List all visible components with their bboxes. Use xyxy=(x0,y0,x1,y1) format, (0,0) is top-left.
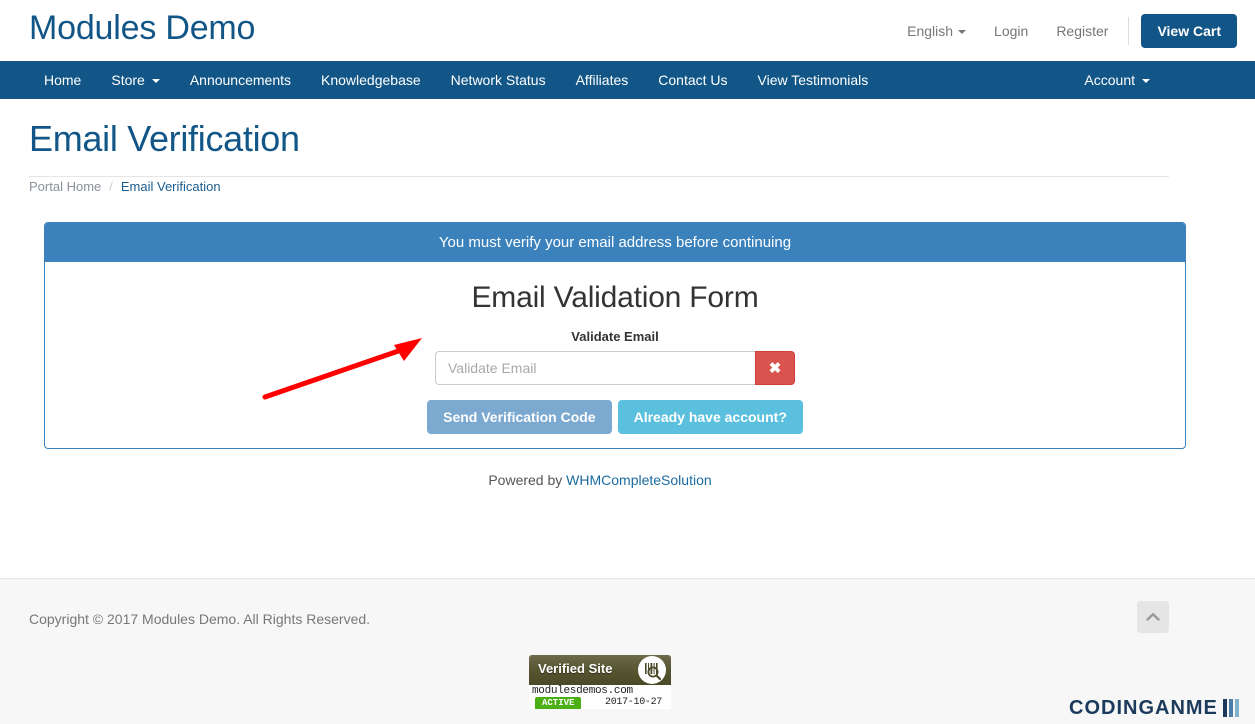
nav-label-account: Account xyxy=(1084,72,1135,88)
chevron-down-icon xyxy=(1142,79,1150,84)
codinganme-watermark: CODINGANME xyxy=(1069,697,1239,719)
navbar-left-items: Home Store Announcements Knowledgebase N… xyxy=(29,61,883,99)
nav-label-contact-us: Contact Us xyxy=(658,72,728,88)
nav-label-network-status: Network Status xyxy=(450,72,546,88)
nav-label-announcements: Announcements xyxy=(189,72,292,88)
header-divider xyxy=(1128,17,1130,45)
nav-item-announcements[interactable]: Announcements xyxy=(175,61,306,99)
nav-item-account[interactable]: Account xyxy=(1069,61,1165,99)
breadcrumb-portal-home[interactable]: Portal Home xyxy=(29,179,101,194)
verified-badge-status: ACTIVE xyxy=(535,697,582,709)
validate-email-input-group: ✖ xyxy=(435,351,795,385)
breadcrumb-current: Email Verification xyxy=(120,179,221,194)
panel-heading: You must verify your email address befor… xyxy=(45,223,1185,262)
clear-email-button[interactable]: ✖ xyxy=(755,351,795,385)
page-root: Modules Demo English Login Register View… xyxy=(0,0,1255,724)
chevron-down-icon xyxy=(151,79,160,84)
verified-badge-title: Verified Site xyxy=(538,661,613,676)
verified-badge-top: Verified Site xyxy=(529,655,671,685)
page-header: Email Verification xyxy=(29,116,1169,177)
nav-label-knowledgebase: Knowledgebase xyxy=(321,72,421,88)
nav-label-affiliates: Affiliates xyxy=(575,72,629,88)
magnifier-barcode-icon xyxy=(645,663,662,681)
title-divider xyxy=(29,176,1169,177)
top-header: Modules Demo English Login Register View… xyxy=(0,0,1255,62)
scroll-to-top-button[interactable] xyxy=(1137,601,1169,633)
nav-item-view-testimonials[interactable]: View Testimonials xyxy=(743,61,884,99)
nav-item-store[interactable]: Store xyxy=(96,61,174,99)
top-utility-nav: English Login Register View Cart xyxy=(893,10,1237,52)
send-verification-code-button[interactable]: Send Verification Code xyxy=(427,400,612,434)
watermark-text: CODINGANME xyxy=(1069,697,1218,719)
language-selector[interactable]: English xyxy=(893,21,980,41)
verified-site-badge[interactable]: Verified Site modulesdemos.com ACTIVE 20… xyxy=(529,655,671,709)
breadcrumb: Portal Home / Email Verification xyxy=(29,179,221,195)
nav-item-network-status[interactable]: Network Status xyxy=(436,61,561,99)
form-action-buttons: Send Verification Code Already have acco… xyxy=(427,400,803,434)
validate-email-input[interactable] xyxy=(435,351,755,385)
whmcs-link[interactable]: WHMCompleteSolution xyxy=(566,472,712,488)
site-brand-title[interactable]: Modules Demo xyxy=(29,6,255,50)
view-cart-button[interactable]: View Cart xyxy=(1141,14,1237,48)
nav-item-affiliates[interactable]: Affiliates xyxy=(561,61,644,99)
powered-by-text: Powered by WHMCompleteSolution xyxy=(0,470,1200,490)
email-verification-panel: You must verify your email address befor… xyxy=(44,222,1186,449)
powered-by-prefix: Powered by xyxy=(488,472,567,488)
breadcrumb-separator: / xyxy=(109,179,113,194)
page-title: Email Verification xyxy=(29,118,300,159)
login-link[interactable]: Login xyxy=(980,21,1042,41)
panel-body: Email Validation Form Validate Email ✖ S… xyxy=(45,262,1185,448)
nav-item-home[interactable]: Home xyxy=(29,61,96,99)
nav-label-home: Home xyxy=(44,72,82,88)
nav-item-knowledgebase[interactable]: Knowledgebase xyxy=(306,61,436,99)
register-link[interactable]: Register xyxy=(1042,21,1122,41)
verified-badge-bottom: modulesdemos.com ACTIVE 2017-10-27 xyxy=(529,685,671,709)
nav-label-view-testimonials: View Testimonials xyxy=(757,72,869,88)
validate-email-label: Validate Email xyxy=(571,329,659,344)
already-have-account-button[interactable]: Already have account? xyxy=(617,400,803,434)
verified-seal-icon xyxy=(638,656,666,684)
panel-heading-text: You must verify your email address befor… xyxy=(438,233,792,251)
chevron-up-icon xyxy=(1146,613,1160,621)
form-title: Email Validation Form xyxy=(471,281,759,314)
copyright-text: Copyright © 2017 Modules Demo. All Right… xyxy=(29,611,371,627)
navbar-right-items: Account xyxy=(1069,61,1165,99)
nav-item-contact-us[interactable]: Contact Us xyxy=(643,61,742,99)
verified-badge-date: 2017-10-27 xyxy=(605,697,663,708)
watermark-bars-icon xyxy=(1221,699,1239,717)
language-label: English xyxy=(907,23,954,39)
chevron-down-icon xyxy=(958,30,967,35)
nav-label-store: Store xyxy=(111,72,145,88)
main-navbar: Home Store Announcements Knowledgebase N… xyxy=(0,61,1255,99)
